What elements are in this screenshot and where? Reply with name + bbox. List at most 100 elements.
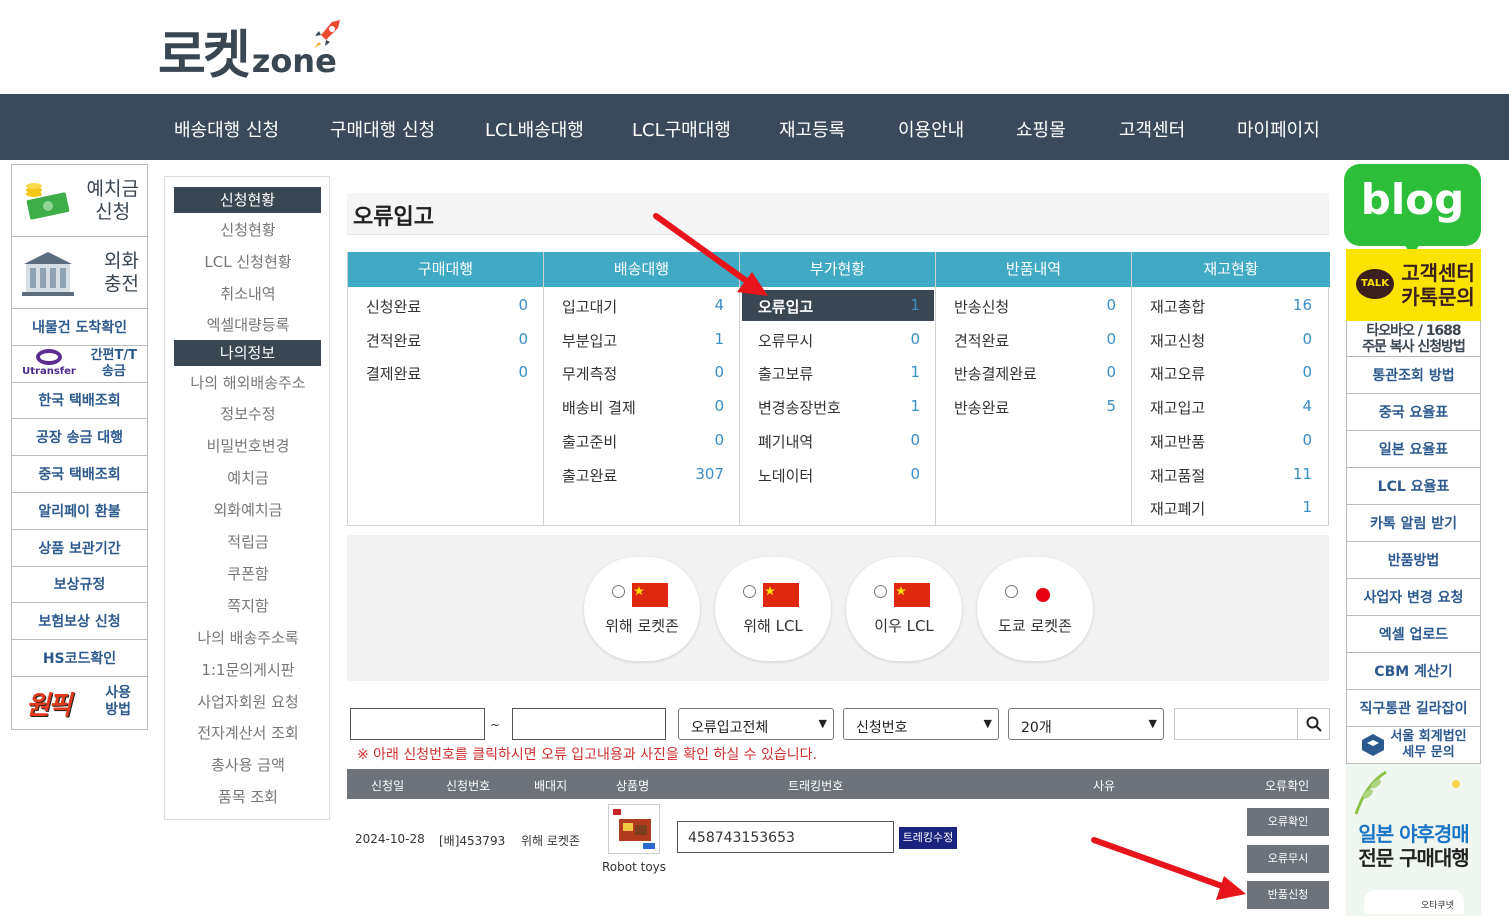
right-item-customs-guide[interactable]: 직구통관 길라잡이 <box>1346 690 1481 727</box>
blog-link[interactable]: blog <box>1344 164 1481 256</box>
tracking-number-input[interactable]: 458743153653 <box>677 821 894 853</box>
nav-item-mypage[interactable]: 마이페이지 <box>1237 116 1320 142</box>
status-row[interactable]: 출고준비 0 <box>544 425 740 456</box>
nav-item-mall[interactable]: 쇼핑몰 <box>1016 116 1066 142</box>
search-button[interactable] <box>1297 709 1329 739</box>
status-row[interactable]: 견적완료 0 <box>348 324 544 355</box>
japan-yahoo-auction-banner[interactable]: 일본 야후경매 전문 구매대행 오타쿠넷 <box>1346 764 1481 916</box>
status-row[interactable]: 재고오류 0 <box>1132 357 1328 388</box>
submenu-item[interactable]: 정보수정 <box>165 403 331 424</box>
utransfer-link[interactable]: Utransfer 간편T/T 송금 <box>12 346 147 383</box>
submenu-item[interactable]: 1:1문의게시판 <box>165 659 331 680</box>
deposit-request-link[interactable]: 예치금 신청 <box>12 165 147 237</box>
left-item-insurance[interactable]: 보험보상 신청 <box>12 603 147 641</box>
left-item-factory-remit[interactable]: 공장 송금 대행 <box>12 419 147 457</box>
end-date-input[interactable] <box>512 708 666 740</box>
status-row[interactable]: 재고총합 16 <box>1132 290 1328 321</box>
status-row[interactable]: 출고완료 307 <box>544 459 740 490</box>
status-row[interactable]: 부분입고 1 <box>544 324 740 355</box>
left-item-hscode[interactable]: HS코드확인 <box>12 640 147 677</box>
warehouse-option-tokyo-rocketzone[interactable]: 도쿄 로켓존 <box>977 557 1093 661</box>
submenu-item[interactable]: 쿠폰함 <box>165 563 331 584</box>
taobao-order-guide-link[interactable]: 타오바오 / 1688 주문 복사 신청방법 <box>1346 321 1481 357</box>
status-row[interactable]: 견적완료 0 <box>936 324 1132 355</box>
right-item-japan-rate[interactable]: 일본 요율표 <box>1346 431 1481 468</box>
error-ignore-button[interactable]: 오류무시 <box>1247 845 1329 873</box>
left-item-alipay-refund[interactable]: 알리페이 환불 <box>12 493 147 530</box>
submenu-item[interactable]: 적립금 <box>165 531 331 552</box>
submenu-item[interactable]: 전자계산서 조회 <box>165 722 331 743</box>
right-item-customs[interactable]: 통관조회 방법 <box>1346 357 1481 394</box>
wonpick-link[interactable]: 원픽 사용 방법 <box>12 677 147 729</box>
nav-item-lcl-shipping[interactable]: LCL배송대행 <box>485 116 584 142</box>
submenu-item[interactable]: 쪽지함 <box>165 595 331 616</box>
left-item-compensation[interactable]: 보상규정 <box>12 567 147 604</box>
radio-button[interactable] <box>874 585 887 598</box>
error-confirm-button[interactable]: 오류확인 <box>1247 808 1329 836</box>
left-item-cn-tracking[interactable]: 중국 택배조회 <box>12 456 147 493</box>
status-row[interactable]: 노데이터 0 <box>740 459 936 490</box>
status-row[interactable]: 출고보류 1 <box>740 357 936 388</box>
status-row[interactable]: 재고입고 4 <box>1132 391 1328 422</box>
warehouse-option-yiwu-lcl[interactable]: 이우 LCL <box>846 557 962 661</box>
row-order-no[interactable]: [배]453793 <box>439 832 505 849</box>
radio-button[interactable] <box>612 585 625 598</box>
edit-tracking-button[interactable]: 트레킹수정 <box>899 827 957 849</box>
search-input[interactable] <box>1174 708 1330 740</box>
nav-item-purchase[interactable]: 구매대행 신청 <box>330 116 435 142</box>
submenu-item[interactable]: 총사용 금액 <box>165 754 331 775</box>
nav-item-stock[interactable]: 재고등록 <box>779 116 845 142</box>
status-row[interactable]: 폐기내역 0 <box>740 425 936 456</box>
nav-item-guide[interactable]: 이용안내 <box>898 116 964 142</box>
return-request-button[interactable]: 반품신청 <box>1247 881 1329 909</box>
left-item-arrival-check[interactable]: 내물건 도착확인 <box>12 309 147 346</box>
right-item-lcl-rate[interactable]: LCL 요율표 <box>1346 468 1481 505</box>
right-item-excel-upload[interactable]: 엑셀 업로드 <box>1346 616 1481 653</box>
right-item-china-rate[interactable]: 중국 요율표 <box>1346 394 1481 431</box>
kakao-talk-link[interactable]: TALK 고객센터 카톡문의 <box>1346 249 1481 321</box>
submenu-item[interactable]: 취소내역 <box>165 283 331 304</box>
nav-item-shipping[interactable]: 배송대행 신청 <box>174 116 279 142</box>
status-row[interactable]: 재고폐기 1 <box>1132 492 1328 523</box>
submenu-item[interactable]: 외화예치금 <box>165 499 331 520</box>
status-row[interactable]: 반송완료 5 <box>936 391 1132 422</box>
submenu-item[interactable]: 나의 배송주소록 <box>165 627 331 648</box>
radio-button[interactable] <box>743 585 756 598</box>
status-row[interactable]: 변경송장번호 1 <box>740 391 936 422</box>
right-item-business-change[interactable]: 사업자 변경 요청 <box>1346 579 1481 616</box>
status-row[interactable]: 반송신청 0 <box>936 290 1132 321</box>
status-row[interactable]: 오류입고 1 <box>742 290 934 321</box>
start-date-input[interactable] <box>350 708 485 740</box>
tax-consult-link[interactable]: 서울 회계법인 세무 문의 <box>1346 727 1481 764</box>
status-row[interactable]: 재고신청 0 <box>1132 324 1328 355</box>
fx-charge-link[interactable]: 외화 충전 <box>12 237 147 309</box>
nav-item-lcl-purchase[interactable]: LCL구매대행 <box>632 116 731 142</box>
right-item-return-method[interactable]: 반품방법 <box>1346 542 1481 579</box>
radio-button[interactable] <box>1005 585 1018 598</box>
status-row[interactable]: 오류무시 0 <box>740 324 936 355</box>
status-row[interactable]: 결제완료 0 <box>348 357 544 388</box>
submenu-item[interactable]: 엑셀대량등록 <box>165 314 331 335</box>
status-row[interactable]: 신청완료 0 <box>348 290 544 321</box>
status-row[interactable]: 재고품절 11 <box>1132 459 1328 490</box>
warehouse-option-weihai-rocketzone[interactable]: 위해 로켓존 <box>584 557 700 661</box>
search-field-select[interactable]: 신청번호 ▼ <box>843 708 999 740</box>
left-item-storage-period[interactable]: 상품 보관기간 <box>12 530 147 567</box>
site-logo[interactable]: 로켓 zone <box>158 20 340 86</box>
product-thumbnail[interactable] <box>608 804 660 854</box>
submenu-item[interactable]: 예치금 <box>165 467 331 488</box>
page-size-select[interactable]: 20개 ▼ <box>1008 708 1164 740</box>
submenu-item[interactable]: 비밀번호변경 <box>165 435 331 456</box>
status-row[interactable]: 배송비 결제 0 <box>544 391 740 422</box>
nav-item-support[interactable]: 고객센터 <box>1119 116 1185 142</box>
warehouse-option-weihai-lcl[interactable]: 위해 LCL <box>715 557 831 661</box>
left-item-kr-tracking[interactable]: 한국 택배조회 <box>12 383 147 420</box>
status-row[interactable]: 무게측정 0 <box>544 357 740 388</box>
status-row[interactable]: 입고대기 4 <box>544 290 740 321</box>
submenu-item[interactable]: 신청현황 <box>165 219 331 240</box>
submenu-item[interactable]: 사업자회원 요청 <box>165 691 331 712</box>
status-row[interactable]: 반송결제완료 0 <box>936 357 1132 388</box>
submenu-item[interactable]: 품목 조회 <box>165 786 331 807</box>
status-row[interactable]: 재고반품 0 <box>1132 425 1328 456</box>
submenu-item[interactable]: LCL 신청현황 <box>165 251 331 272</box>
